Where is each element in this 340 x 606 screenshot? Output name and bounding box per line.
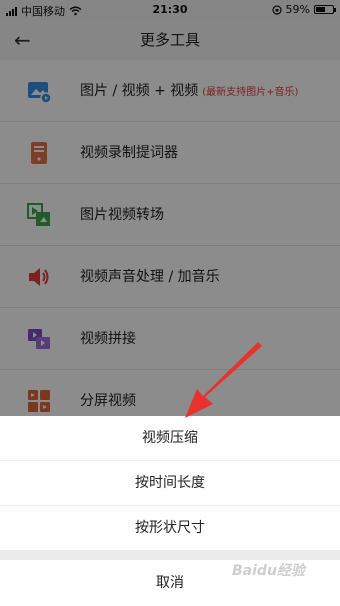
option-by-duration[interactable]: 按时间长度 — [0, 461, 340, 506]
sheet-divider — [0, 550, 340, 560]
option-video-compress[interactable]: 视频压缩 — [0, 416, 340, 461]
option-by-shape-size[interactable]: 按形状尺寸 — [0, 506, 340, 550]
watermark: Baidu经验 — [232, 563, 305, 579]
